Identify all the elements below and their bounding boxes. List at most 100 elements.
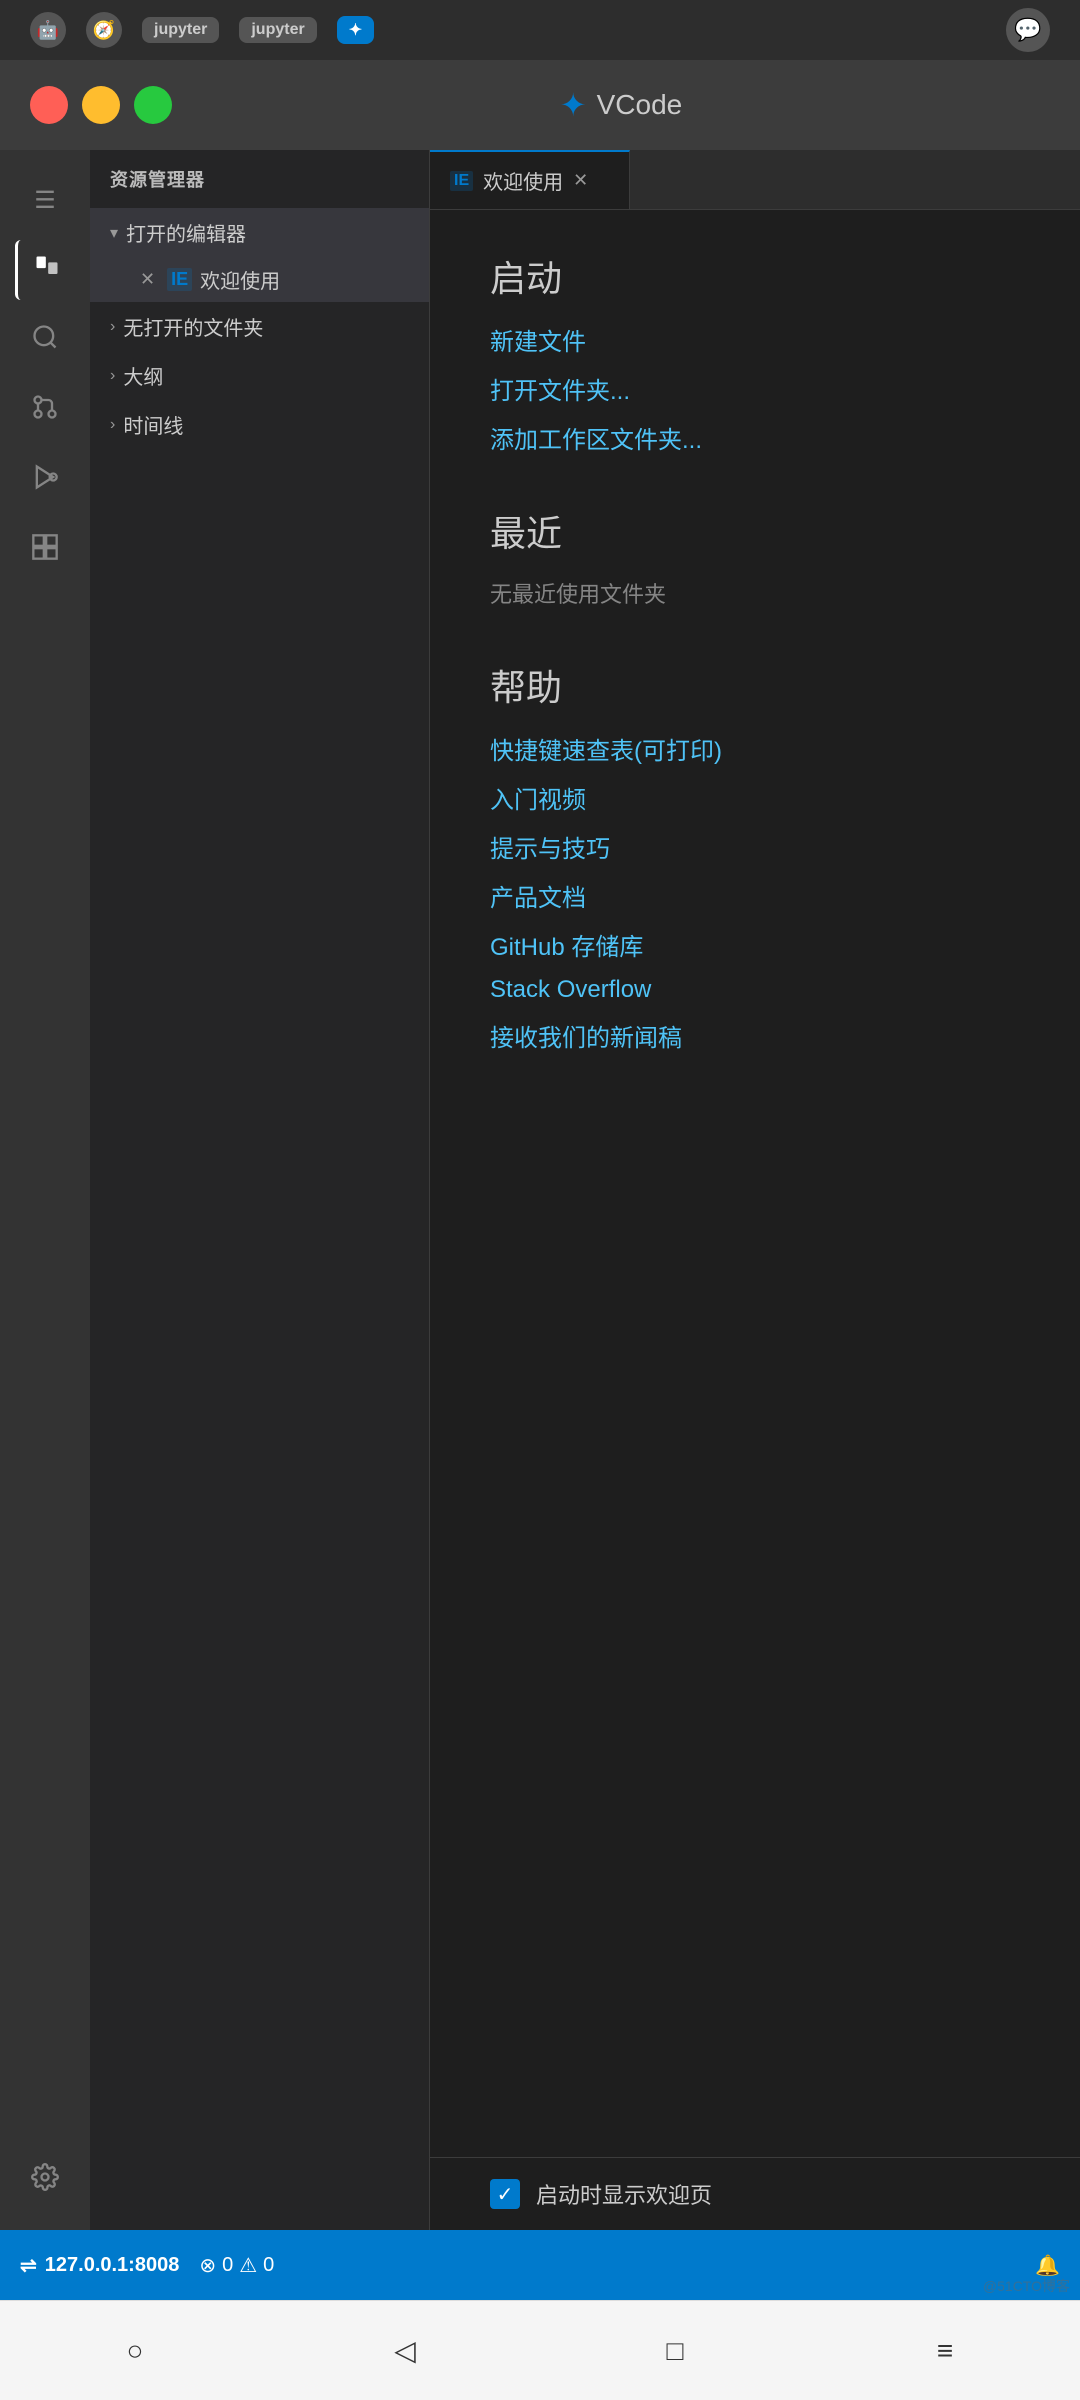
link-newsletter[interactable]: 接收我们的新闻稿: [490, 1018, 1020, 1053]
back-arrow-icon: ◁: [394, 2334, 416, 2367]
nav-menu-button[interactable]: ≡: [905, 2311, 985, 2391]
activity-item-explorer[interactable]: [15, 240, 75, 300]
android-icon: 🤖: [30, 12, 66, 48]
status-bar: ⇌ 127.0.0.1:8008 ⊗ 0 ⚠ 0 🔔: [0, 2230, 1080, 2300]
welcome-section-start: 启动 新建文件 打开文件夹... 添加工作区文件夹...: [490, 250, 1020, 455]
sidebar-section-outline: › 大纲: [90, 351, 429, 400]
activity-item-debug[interactable]: [15, 450, 75, 510]
activity-item-search[interactable]: [15, 310, 75, 370]
show-welcome-label: 启动时显示欢迎页: [536, 2178, 712, 2210]
start-section-title: 启动: [490, 250, 1020, 302]
sidebar-section-timeline: › 时间线: [90, 400, 429, 449]
close-button[interactable]: [30, 86, 68, 124]
error-icon: ⊗: [199, 2253, 216, 2278]
vscode-tab[interactable]: ✦: [337, 16, 374, 44]
home-circle-icon: ○: [127, 2335, 144, 2367]
minimize-button[interactable]: [82, 86, 120, 124]
welcome-footer: ✓ 启动时显示欢迎页: [430, 2157, 1080, 2230]
link-stack-overflow[interactable]: Stack Overflow: [490, 976, 1020, 1004]
timeline-label: 时间线: [123, 410, 183, 439]
maximize-button[interactable]: [134, 86, 172, 124]
sidebar-section-open-editors-header[interactable]: ▾ 打开的编辑器: [90, 208, 429, 257]
activity-item-git[interactable]: [15, 380, 75, 440]
compass-icon: 🧭: [86, 12, 122, 48]
welcome-file-name: 欢迎使用: [200, 265, 280, 294]
main-layout: ☰: [0, 150, 1080, 2230]
tab-welcome-label: 欢迎使用: [483, 166, 563, 195]
tab-welcome[interactable]: IE 欢迎使用 ✕: [430, 150, 630, 209]
top-app-icons: 🤖 🧭 jupyter jupyter ✦: [30, 12, 374, 48]
welcome-section-help: 帮助 快捷键速查表(可打印) 入门视频 提示与技巧 产品文档 GitHub 存储…: [490, 659, 1020, 1053]
chat-bubble-icon[interactable]: 💬: [1006, 8, 1050, 52]
title-bar: ✦ VCode: [0, 60, 1080, 150]
hamburger-menu[interactable]: ☰: [0, 170, 90, 230]
welcome-file-icon: IE: [167, 268, 192, 291]
status-left: ⇌ 127.0.0.1:8008 ⊗ 0 ⚠ 0: [20, 2253, 274, 2278]
explorer-icon: [33, 253, 61, 288]
jupyter-tab-1[interactable]: jupyter: [142, 17, 219, 43]
chat-icon-container: 💬: [1006, 8, 1050, 52]
sidebar-title: 资源管理器: [90, 150, 429, 208]
link-open-folder[interactable]: 打开文件夹...: [490, 371, 1020, 406]
status-remote[interactable]: ⇌ 127.0.0.1:8008: [20, 2253, 179, 2278]
remote-address: 127.0.0.1:8008: [45, 2254, 180, 2277]
sidebar-section-outline-header[interactable]: › 大纲: [90, 351, 429, 400]
warning-icon: ⚠: [239, 2253, 257, 2278]
recents-square-icon: □: [667, 2335, 684, 2367]
nav-home-button[interactable]: ○: [95, 2311, 175, 2391]
nav-back-button[interactable]: ◁: [365, 2311, 445, 2391]
tab-close-button[interactable]: ✕: [573, 170, 588, 191]
sidebar-file-welcome[interactable]: ✕ IE 欢迎使用: [90, 257, 429, 302]
welcome-section-recent: 最近 无最近使用文件夹: [490, 505, 1020, 609]
link-tips-tricks[interactable]: 提示与技巧: [490, 829, 1020, 864]
watermark: @51CTO博客: [983, 2276, 1070, 2296]
sidebar-section-no-folder: › 无打开的文件夹: [90, 302, 429, 351]
activity-bar: ☰: [0, 150, 90, 2230]
bottom-nav: ○ ◁ □ ≡: [0, 2300, 1080, 2400]
open-editors-label: 打开的编辑器: [126, 218, 246, 247]
app-title: ✦ VCode: [192, 86, 1050, 124]
link-github-repo[interactable]: GitHub 存储库: [490, 927, 1020, 962]
chevron-right-icon-2: ›: [110, 367, 115, 385]
extensions-icon: [31, 533, 59, 568]
link-new-file[interactable]: 新建文件: [490, 322, 1020, 357]
tab-welcome-icon: IE: [450, 171, 473, 191]
remote-arrows-icon: ⇌: [20, 2253, 37, 2278]
hamburger-icon: ☰: [34, 186, 56, 215]
error-count: 0: [222, 2254, 233, 2277]
file-close-icon[interactable]: ✕: [140, 269, 155, 290]
sidebar: 资源管理器 ▾ 打开的编辑器 ✕ IE 欢迎使用 › 无打开的文件夹 ›: [90, 150, 430, 2230]
tab-bar: IE 欢迎使用 ✕: [430, 150, 1080, 210]
no-folder-label: 无打开的文件夹: [123, 312, 263, 341]
status-right: 🔔: [1035, 2253, 1060, 2278]
notification-bell-icon[interactable]: 🔔: [1035, 2255, 1060, 2277]
link-add-workspace[interactable]: 添加工作区文件夹...: [490, 420, 1020, 455]
welcome-page: 启动 新建文件 打开文件夹... 添加工作区文件夹... 最近 无最近使用文件夹…: [430, 210, 1080, 2157]
vscode-logo-icon: ✦: [560, 86, 587, 124]
sidebar-section-no-folder-header[interactable]: › 无打开的文件夹: [90, 302, 429, 351]
git-icon: [31, 393, 59, 428]
link-intro-videos[interactable]: 入门视频: [490, 780, 1020, 815]
jupyter-tab-2[interactable]: jupyter: [239, 17, 316, 43]
activity-item-settings[interactable]: [15, 2150, 75, 2210]
outline-label: 大纲: [123, 361, 163, 390]
help-section-title: 帮助: [490, 659, 1020, 711]
activity-item-extensions[interactable]: [15, 520, 75, 580]
sidebar-section-timeline-header[interactable]: › 时间线: [90, 400, 429, 449]
traffic-lights: [30, 86, 172, 124]
no-recent-message: 无最近使用文件夹: [490, 577, 1020, 609]
debug-icon: [31, 463, 59, 498]
editor-area: IE 欢迎使用 ✕ 启动 新建文件 打开文件夹... 添加工作区文件夹... 最…: [430, 150, 1080, 2230]
show-welcome-checkbox[interactable]: ✓: [490, 2179, 520, 2209]
sidebar-section-open-editors: ▾ 打开的编辑器 ✕ IE 欢迎使用: [90, 208, 429, 302]
watermark-text: @51CTO博客: [983, 2278, 1070, 2294]
warning-count: 0: [263, 2254, 274, 2277]
link-product-docs[interactable]: 产品文档: [490, 878, 1020, 913]
app-name-label: VCode: [597, 89, 683, 121]
link-shortcuts[interactable]: 快捷键速查表(可打印): [490, 731, 1020, 766]
nav-recents-button[interactable]: □: [635, 2311, 715, 2391]
chevron-right-icon-3: ›: [110, 416, 115, 434]
recent-section-title: 最近: [490, 505, 1020, 557]
settings-gear-icon: [31, 2163, 59, 2198]
status-errors-warnings[interactable]: ⊗ 0 ⚠ 0: [199, 2253, 274, 2278]
